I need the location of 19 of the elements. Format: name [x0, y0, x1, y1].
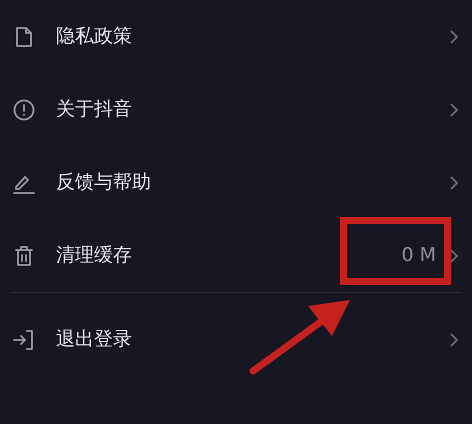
- info-icon: [12, 98, 36, 122]
- menu-item[interactable]: 反馈与帮助: [12, 146, 460, 219]
- menu-item[interactable]: 隐私政策: [12, 0, 460, 73]
- chevron-icon: [450, 30, 458, 44]
- menu-label: 退出登录: [56, 327, 132, 352]
- menu-item[interactable]: 退出登录: [12, 303, 460, 376]
- menu-item[interactable]: 清理缓存 0 M: [12, 219, 460, 292]
- chevron-icon: [450, 248, 458, 262]
- menu-label: 隐私政策: [56, 24, 132, 50]
- logout-icon: [12, 328, 36, 352]
- menu-item[interactable]: 关于抖音: [12, 73, 460, 146]
- cache-size: 0 M: [401, 243, 436, 268]
- chevron-icon: [450, 102, 458, 116]
- chevron-icon: [450, 176, 458, 190]
- chevron-icon: [450, 332, 458, 346]
- menu-label: 关于抖音: [56, 97, 132, 122]
- menu-label: 反馈与帮助: [56, 170, 151, 196]
- menu-label: 清理缓存: [56, 243, 132, 268]
- trash-icon: [12, 244, 36, 268]
